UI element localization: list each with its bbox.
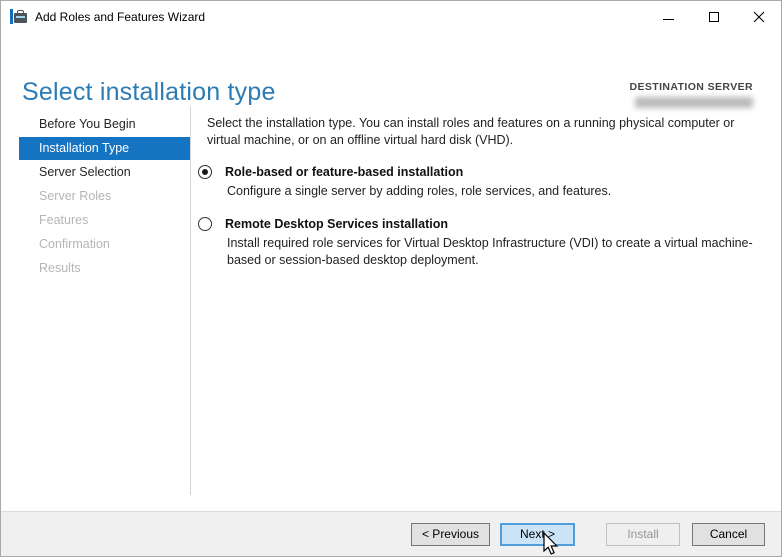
role-based-label: Role-based or feature-based installation — [225, 165, 463, 179]
minimize-icon — [663, 19, 674, 20]
nav-item-results: Results — [19, 257, 190, 280]
option-remote-desktop: Remote Desktop Services installation Ins… — [207, 217, 761, 269]
destination-server-name-redacted — [635, 97, 753, 108]
install-button[interactable]: Install — [606, 523, 680, 546]
role-based-description: Configure a single server by adding role… — [227, 183, 761, 200]
nav-item-server-selection[interactable]: Server Selection — [19, 161, 190, 184]
previous-button[interactable]: < Previous — [411, 523, 490, 546]
role-based-radio[interactable] — [198, 165, 212, 179]
remote-desktop-description: Install required role services for Virtu… — [227, 235, 761, 269]
role-based-radio-row[interactable]: Role-based or feature-based installation — [198, 165, 761, 179]
remote-desktop-radio[interactable] — [198, 217, 212, 231]
maximize-icon — [709, 12, 719, 22]
remote-desktop-label: Remote Desktop Services installation — [225, 217, 448, 231]
intro-text: Select the installation type. You can in… — [207, 115, 761, 148]
wizard-steps-nav: Before You Begin Installation Type Serve… — [1, 106, 191, 495]
nav-item-confirmation: Confirmation — [19, 233, 190, 256]
maximize-button[interactable] — [691, 1, 736, 32]
close-button[interactable] — [736, 1, 781, 32]
option-role-based: Role-based or feature-based installation… — [207, 165, 761, 200]
nav-item-before-you-begin[interactable]: Before You Begin — [19, 113, 190, 136]
wizard-window: Add Roles and Features Wizard Select ins… — [0, 0, 782, 557]
nav-item-features: Features — [19, 209, 190, 232]
nav-item-server-roles: Server Roles — [19, 185, 190, 208]
destination-server-label: DESTINATION SERVER — [630, 81, 754, 93]
minimize-button[interactable] — [646, 1, 691, 32]
window-title: Add Roles and Features Wizard — [35, 10, 205, 24]
server-manager-icon — [10, 9, 27, 24]
nav-item-installation-type[interactable]: Installation Type — [19, 137, 190, 160]
page-title: Select installation type — [22, 78, 276, 107]
destination-server-block: DESTINATION SERVER — [630, 81, 754, 108]
wizard-header: Select installation type DESTINATION SER… — [1, 32, 781, 106]
remote-desktop-radio-row[interactable]: Remote Desktop Services installation — [198, 217, 761, 231]
wizard-footer: < Previous Next > Install Cancel — [1, 511, 781, 556]
installation-type-pane: Select the installation type. You can in… — [191, 106, 781, 511]
close-icon — [753, 11, 765, 23]
next-button[interactable]: Next > — [500, 523, 575, 546]
cancel-button[interactable]: Cancel — [692, 523, 765, 546]
title-bar[interactable]: Add Roles and Features Wizard — [1, 1, 781, 32]
